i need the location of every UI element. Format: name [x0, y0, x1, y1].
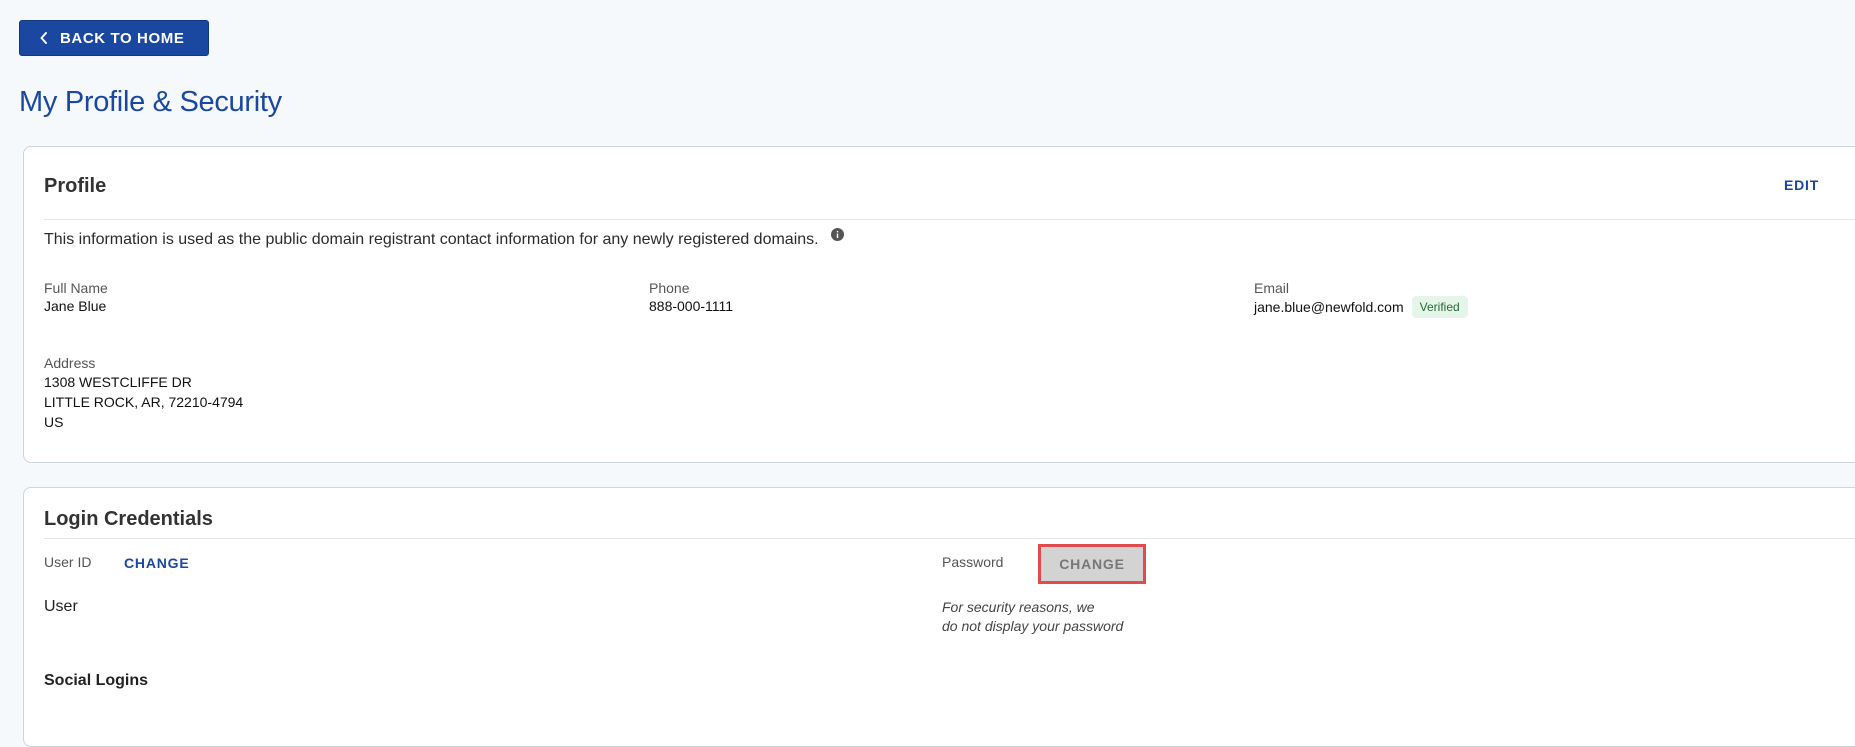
- address-label: Address: [44, 355, 96, 371]
- profile-info-line: This information is used as the public d…: [44, 228, 844, 249]
- address-line-2: LITTLE ROCK, AR, 72210-4794: [44, 394, 244, 410]
- login-credentials-title: Login Credentials: [44, 508, 213, 530]
- edit-profile-link[interactable]: EDIT: [1784, 177, 1819, 193]
- chevron-left-icon: [40, 32, 48, 44]
- page-title: My Profile & Security: [19, 86, 282, 118]
- address-line-3: US: [44, 414, 64, 430]
- social-logins-label: Social Logins: [44, 672, 149, 689]
- phone-label: Phone: [649, 280, 690, 296]
- login-credentials-card: Login Credentials User ID CHANGE User Pa…: [23, 487, 1855, 747]
- password-note: For security reasons, we do not display …: [942, 598, 1123, 636]
- profile-card: Profile EDIT This information is used as…: [23, 146, 1855, 463]
- login-divider: [44, 538, 1855, 539]
- address-value: 1308 WESTCLIFFE DR LITTLE ROCK, AR, 7221…: [44, 372, 243, 432]
- address-line-1: 1308 WESTCLIFFE DR: [44, 374, 192, 390]
- verified-badge: Verified: [1411, 296, 1468, 318]
- back-to-home-label: BACK TO HOME: [60, 29, 185, 47]
- change-password-button[interactable]: CHANGE: [1038, 544, 1146, 584]
- full-name-label: Full Name: [44, 280, 108, 296]
- password-note-line-1: For security reasons, we: [942, 599, 1095, 615]
- info-icon[interactable]: [830, 228, 844, 246]
- profile-divider: [44, 219, 1855, 220]
- password-note-line-2: do not display your password: [942, 618, 1124, 634]
- profile-title: Profile: [44, 175, 107, 197]
- full-name-value: Jane Blue: [44, 298, 107, 314]
- email-label: Email: [1254, 280, 1290, 296]
- phone-value: 888-000-1111: [649, 298, 734, 314]
- back-to-home-button[interactable]: BACK TO HOME: [19, 20, 210, 56]
- password-label: Password: [942, 554, 1004, 570]
- user-id-value: User: [44, 598, 78, 615]
- profile-info-text: This information is used as the public d…: [44, 231, 819, 248]
- email-row: jane.blue@newfold.com Verified: [1254, 296, 1468, 318]
- email-value: jane.blue@newfold.com: [1254, 299, 1404, 315]
- change-user-id-link[interactable]: CHANGE: [124, 555, 189, 571]
- user-id-label: User ID: [44, 554, 92, 570]
